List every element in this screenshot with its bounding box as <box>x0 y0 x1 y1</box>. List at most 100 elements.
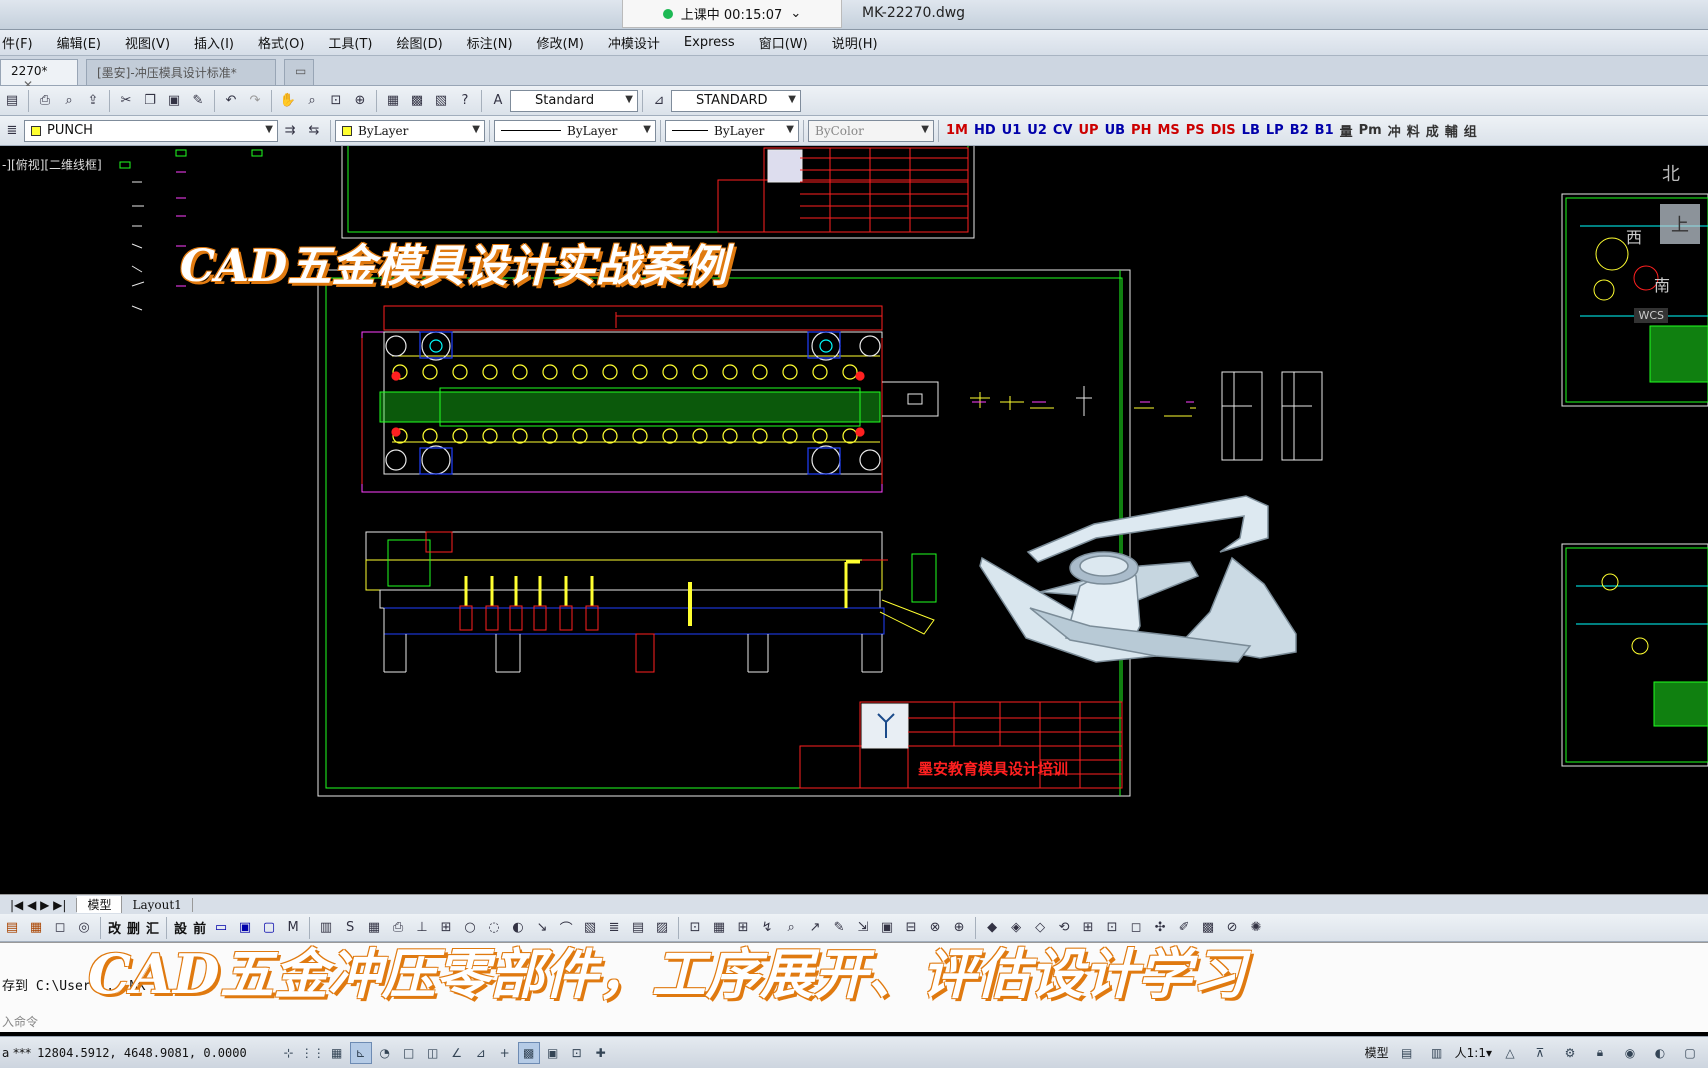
undo-icon[interactable]: ↶ <box>220 90 242 112</box>
print-icon[interactable]: ⎙ <box>34 90 56 112</box>
selection-cycling-icon[interactable]: ✚ <box>590 1042 612 1064</box>
die-tool-lb[interactable]: LB <box>1239 120 1263 142</box>
die-tool-b1[interactable]: B1 <box>1312 120 1337 142</box>
die-tool-up[interactable]: UP <box>1075 120 1101 142</box>
chevron-down-icon[interactable]: ⌄ <box>790 6 801 21</box>
menu-draw[interactable]: 绘图(D) <box>385 33 455 52</box>
die-tool-group[interactable]: 组 <box>1461 120 1480 142</box>
zoom-previous-icon[interactable]: ⊕ <box>349 90 371 112</box>
die-tool-ph[interactable]: PH <box>1128 120 1154 142</box>
isolate-objects-icon[interactable]: ◐ <box>1649 1042 1671 1064</box>
die-tool-ms[interactable]: MS <box>1154 120 1182 142</box>
color-select[interactable]: ByLayer ▼ <box>335 119 485 142</box>
lock-icon[interactable]: 🔒︎ <box>1589 1042 1611 1064</box>
object-snap-icon[interactable]: □ <box>398 1042 420 1064</box>
menu-edit[interactable]: 编辑(E) <box>45 33 113 52</box>
menu-insert[interactable]: 插入(I) <box>182 33 246 52</box>
die-tool-u2[interactable]: U2 <box>1024 120 1050 142</box>
tab-model[interactable]: 模型 <box>77 896 123 913</box>
polar-tracking-icon[interactable]: ◔ <box>374 1042 396 1064</box>
infer-constraints-icon[interactable]: ⊹ <box>278 1042 300 1064</box>
layout-icon[interactable]: ▤ <box>1396 1042 1418 1064</box>
linetype-select[interactable]: ByLayer ▼ <box>494 119 656 142</box>
quick-properties-icon[interactable]: ⊡ <box>566 1042 588 1064</box>
die-tool-1m[interactable]: 1M <box>943 120 971 142</box>
die-tool-ps[interactable]: PS <box>1183 120 1208 142</box>
menu-format[interactable]: 格式(O) <box>246 33 316 52</box>
die-tool-u1[interactable]: U1 <box>999 120 1025 142</box>
annotation-scale[interactable]: 人1:1▾ <box>1455 1044 1492 1061</box>
recording-indicator[interactable]: 上课中 00:15:07 ⌄ <box>622 0 842 28</box>
die-tool-ub[interactable]: UB <box>1102 120 1128 142</box>
text-style-select[interactable]: Standard ▼ <box>510 89 638 112</box>
print-preview-icon[interactable]: ⌕ <box>58 90 80 112</box>
command-input[interactable]: 入命令 <box>2 1013 38 1030</box>
snap-mode-icon[interactable]: ⋮⋮ <box>301 1042 325 1064</box>
new-tab-button[interactable]: ▭ <box>284 59 314 85</box>
copy-icon[interactable]: ❐ <box>139 90 161 112</box>
die-tool-lp[interactable]: LP <box>1263 120 1287 142</box>
layer-previous-icon[interactable]: ⇆ <box>303 120 325 142</box>
annotation-visibility-icon[interactable]: △ <box>1499 1042 1521 1064</box>
design-center-icon[interactable]: ▩ <box>406 90 428 112</box>
lineweight-select[interactable]: ByLayer ▼ <box>665 119 799 142</box>
die-tool-hd[interactable]: HD <box>971 120 999 142</box>
die-tool-material[interactable]: 料 <box>1404 120 1423 142</box>
wcs-menu[interactable]: WCS <box>1634 308 1668 323</box>
dim-style-select[interactable]: STANDARD ▼ <box>671 89 801 112</box>
zoom-window-icon[interactable]: ⊡ <box>325 90 347 112</box>
plot-style-select[interactable]: ByColor ▼ <box>808 119 934 142</box>
publish-icon[interactable]: ⇪ <box>82 90 104 112</box>
menu-file[interactable]: 件(F) <box>0 33 45 52</box>
layer-manager-icon[interactable]: ≣ <box>1 120 23 142</box>
dim-style-icon[interactable]: ⊿ <box>648 90 670 112</box>
tool-icon[interactable]: ▦ <box>25 917 47 939</box>
model-space-toggle[interactable]: 模型 <box>1365 1044 1389 1061</box>
viewcube-top-face[interactable]: 上 <box>1660 204 1700 244</box>
workspace-gear-icon[interactable]: ⚙ <box>1559 1042 1581 1064</box>
dynamic-input-icon[interactable]: + <box>494 1042 516 1064</box>
menu-dimension[interactable]: 标注(N) <box>455 33 525 52</box>
pan-icon[interactable]: ✋ <box>277 90 299 112</box>
dynamic-ucs-icon[interactable]: ⊿ <box>470 1042 492 1064</box>
make-layer-current-icon[interactable]: ⇉ <box>279 120 301 142</box>
die-tool-measure[interactable]: 量 <box>1337 120 1356 142</box>
menu-die-design[interactable]: 冲模设计 <box>596 33 672 52</box>
zoom-realtime-icon[interactable]: ⌕ <box>301 90 323 112</box>
tool-icon[interactable]: ▤ <box>1 917 23 939</box>
cut-icon[interactable]: ✂ <box>115 90 137 112</box>
tool-palettes-icon[interactable]: ▧ <box>430 90 452 112</box>
auto-scale-icon[interactable]: ⊼ <box>1529 1042 1551 1064</box>
help-icon[interactable]: ? <box>454 90 476 112</box>
tool-icon[interactable]: ✺ <box>1245 917 1267 939</box>
tab-nav-arrows[interactable]: |◀ ◀ ▶ ▶| <box>0 897 78 912</box>
redo-icon[interactable]: ↷ <box>244 90 266 112</box>
die-tool-b2[interactable]: B2 <box>1287 120 1312 142</box>
save-icon[interactable]: ▤ <box>1 90 23 112</box>
doc-tab-active[interactable]: 2270* ✕ <box>0 59 78 92</box>
menu-express[interactable]: Express <box>672 35 747 50</box>
viewcube[interactable]: 北 上 西 南 WCS <box>1608 152 1708 323</box>
clean-screen-icon[interactable]: ▢ <box>1679 1042 1701 1064</box>
die-tool-aux[interactable]: 輔 <box>1442 120 1461 142</box>
die-tool-cv[interactable]: CV <box>1050 120 1076 142</box>
die-tool-punch[interactable]: 冲 <box>1385 120 1404 142</box>
die-tool-dis[interactable]: DIS <box>1208 120 1239 142</box>
object-tracking-icon[interactable]: ∠ <box>446 1042 468 1064</box>
text-style-icon[interactable]: A <box>487 90 509 112</box>
die-tool-pm[interactable]: Pm <box>1356 120 1385 142</box>
3d-snap-icon[interactable]: ◫ <box>422 1042 444 1064</box>
menu-tools[interactable]: 工具(T) <box>316 33 384 52</box>
menu-modify[interactable]: 修改(M) <box>525 33 596 52</box>
coordinate-readout[interactable]: 12804.5912, 4648.9081, 0.0000 <box>37 1046 247 1060</box>
hardware-acceleration-icon[interactable]: ◉ <box>1619 1042 1641 1064</box>
ortho-icon[interactable]: ⊾ <box>349 1041 372 1064</box>
paste-icon[interactable]: ▣ <box>163 90 185 112</box>
menu-view[interactable]: 视图(V) <box>113 33 182 52</box>
tab-layout1[interactable]: Layout1 <box>122 897 193 912</box>
drawing-canvas[interactable]: -][俯视][二维线框] 墨安教育模具设计培训 CAD五金模具设计实战案例 北 … <box>0 146 1708 894</box>
match-properties-icon[interactable]: ✎ <box>187 90 209 112</box>
transparency-icon[interactable]: ▣ <box>542 1042 564 1064</box>
menu-help[interactable]: 说明(H) <box>820 33 890 52</box>
doc-tab-standard[interactable]: [墨安]-冲压模具设计标准* <box>86 59 276 85</box>
